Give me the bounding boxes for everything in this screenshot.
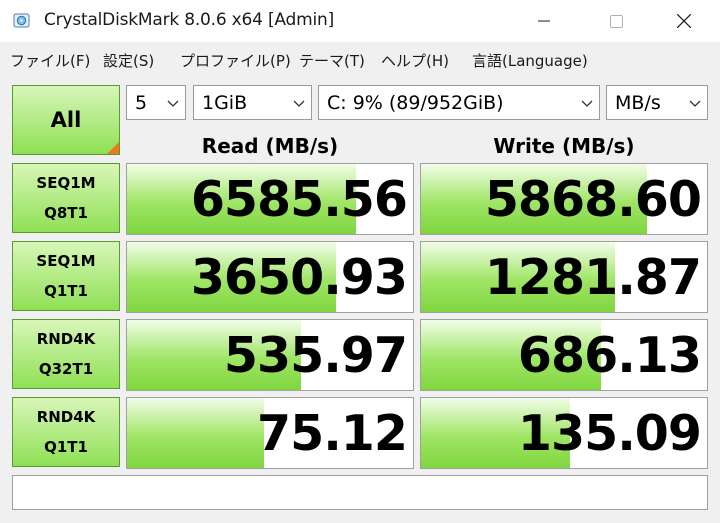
test-label-line2: Q1T1 xyxy=(44,282,88,300)
corner-marker xyxy=(107,142,119,154)
crystaldiskmark-icon xyxy=(13,13,30,28)
main-panel: All 5 1GiB C: 9% (89/952GiB) MB/s Read (… xyxy=(0,75,720,523)
test-count-select[interactable]: 5 xyxy=(126,85,186,120)
comment-field[interactable] xyxy=(12,475,708,510)
maximize-button[interactable] xyxy=(580,0,652,42)
all-button[interactable]: All xyxy=(12,85,120,155)
test-label-line1: RND4K xyxy=(36,408,96,426)
read-result-seq1m-q8t1: 6585.56 xyxy=(126,163,414,235)
close-icon xyxy=(677,14,691,28)
menu-bar: ファイル(F) 設定(S) プロファイル(P) テーマ(T) ヘルプ(H) 言語… xyxy=(0,42,720,75)
all-button-label: All xyxy=(50,108,82,132)
read-bar xyxy=(127,398,265,468)
read-value: 75.12 xyxy=(257,405,408,462)
test-label-line2: Q32T1 xyxy=(38,360,94,378)
write-result-seq1m-q8t1: 5868.60 xyxy=(420,163,708,235)
write-value: 1281.87 xyxy=(484,249,702,306)
write-value: 5868.60 xyxy=(484,171,702,228)
test-size-value: 1GiB xyxy=(202,91,248,114)
write-value: 686.13 xyxy=(517,327,702,384)
read-result-rnd4k-q32t1: 535.97 xyxy=(126,319,414,391)
read-value: 535.97 xyxy=(223,327,408,384)
read-result-seq1m-q1t1: 3650.93 xyxy=(126,241,414,313)
write-result-seq1m-q1t1: 1281.87 xyxy=(420,241,708,313)
test-label-line2: Q1T1 xyxy=(44,438,88,456)
test-label-line1: SEQ1M xyxy=(36,174,96,192)
drive-select[interactable]: C: 9% (89/952GiB) xyxy=(318,85,600,120)
write-result-rnd4k-q1t1: 135.09 xyxy=(420,397,708,469)
test-button-rnd4k-q1t1[interactable]: RND4K Q1T1 xyxy=(12,397,120,467)
test-label-line1: SEQ1M xyxy=(36,252,96,270)
chevron-down-icon xyxy=(167,100,179,107)
minimize-button[interactable] xyxy=(508,0,580,42)
menu-theme[interactable]: テーマ(T) xyxy=(299,50,365,71)
menu-file[interactable]: ファイル(F) xyxy=(10,50,90,71)
test-size-select[interactable]: 1GiB xyxy=(193,85,312,120)
test-label-line1: RND4K xyxy=(36,330,96,348)
menu-language[interactable]: 言語(Language) xyxy=(472,50,588,71)
unit-select[interactable]: MB/s xyxy=(606,85,708,120)
read-column-header: Read (MB/s) xyxy=(201,134,339,158)
test-button-rnd4k-q32t1[interactable]: RND4K Q32T1 xyxy=(12,319,120,389)
menu-help[interactable]: ヘルプ(H) xyxy=(381,50,449,71)
menu-profile[interactable]: プロファイル(P) xyxy=(180,50,291,71)
drive-value: C: 9% (89/952GiB) xyxy=(327,91,504,114)
title-bar: CrystalDiskMark 8.0.6 x64 [Admin] xyxy=(0,0,720,42)
chevron-down-icon xyxy=(689,100,701,107)
test-button-seq1m-q8t1[interactable]: SEQ1M Q8T1 xyxy=(12,163,120,233)
read-value: 3650.93 xyxy=(190,249,408,306)
menu-settings[interactable]: 設定(S) xyxy=(103,50,154,71)
write-column-header: Write (MB/s) xyxy=(493,134,635,158)
chevron-down-icon xyxy=(581,100,593,107)
chevron-down-icon xyxy=(293,100,305,107)
close-button[interactable] xyxy=(648,0,720,42)
window-title: CrystalDiskMark 8.0.6 x64 [Admin] xyxy=(44,10,335,30)
minimize-icon xyxy=(538,20,550,22)
test-count-value: 5 xyxy=(135,91,148,114)
test-label-line2: Q8T1 xyxy=(44,204,88,222)
write-value: 135.09 xyxy=(517,405,702,462)
unit-value: MB/s xyxy=(615,91,661,114)
read-value: 6585.56 xyxy=(190,171,408,228)
read-result-rnd4k-q1t1: 75.12 xyxy=(126,397,414,469)
write-result-rnd4k-q32t1: 686.13 xyxy=(420,319,708,391)
test-button-seq1m-q1t1[interactable]: SEQ1M Q1T1 xyxy=(12,241,120,311)
maximize-icon xyxy=(609,14,623,28)
